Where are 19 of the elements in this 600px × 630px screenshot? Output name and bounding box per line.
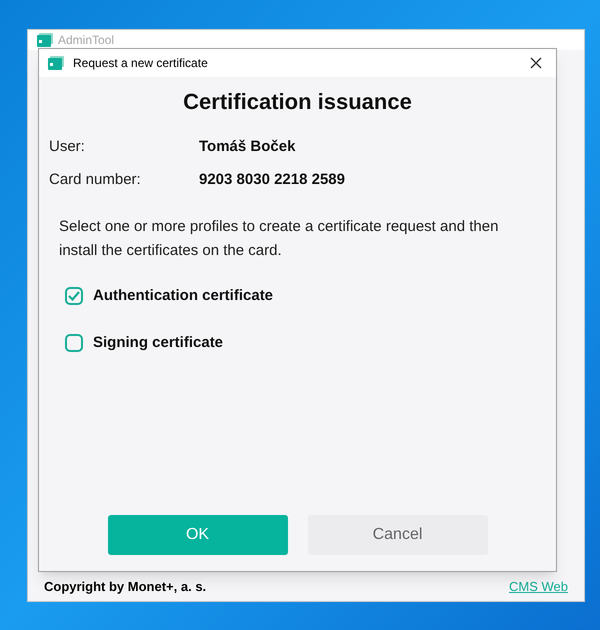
checkbox[interactable] — [65, 287, 83, 306]
close-icon — [530, 57, 542, 69]
window-title: AdminTool — [58, 32, 114, 49]
checkbox[interactable] — [65, 334, 83, 352]
footer-copyright: Copyright by Monet+, a. s. — [44, 578, 206, 596]
cancel-button[interactable]: Cancel — [308, 515, 488, 555]
cms-web-link[interactable]: CMS Web — [509, 577, 568, 597]
field-label: User: — [49, 137, 86, 157]
field-value: 9203 8030 2218 2589 — [199, 170, 346, 190]
dialog-heading: Certification issuance — [182, 88, 413, 116]
instructions: Select one or more profiles to create a certificate request and then install the certificates on the card. — [58, 217, 500, 261]
check-icon — [68, 291, 80, 302]
app-icon — [47, 55, 65, 71]
field-value: Tomáš Boček — [199, 137, 296, 157]
ok-button[interactable]: OK — [108, 515, 288, 555]
profile-label: Authentication certificate — [93, 286, 274, 306]
field-label: Card number: — [49, 170, 142, 190]
dialog-title: Request a new certificate — [73, 55, 209, 72]
profile-label: Signing certificate — [93, 332, 224, 352]
